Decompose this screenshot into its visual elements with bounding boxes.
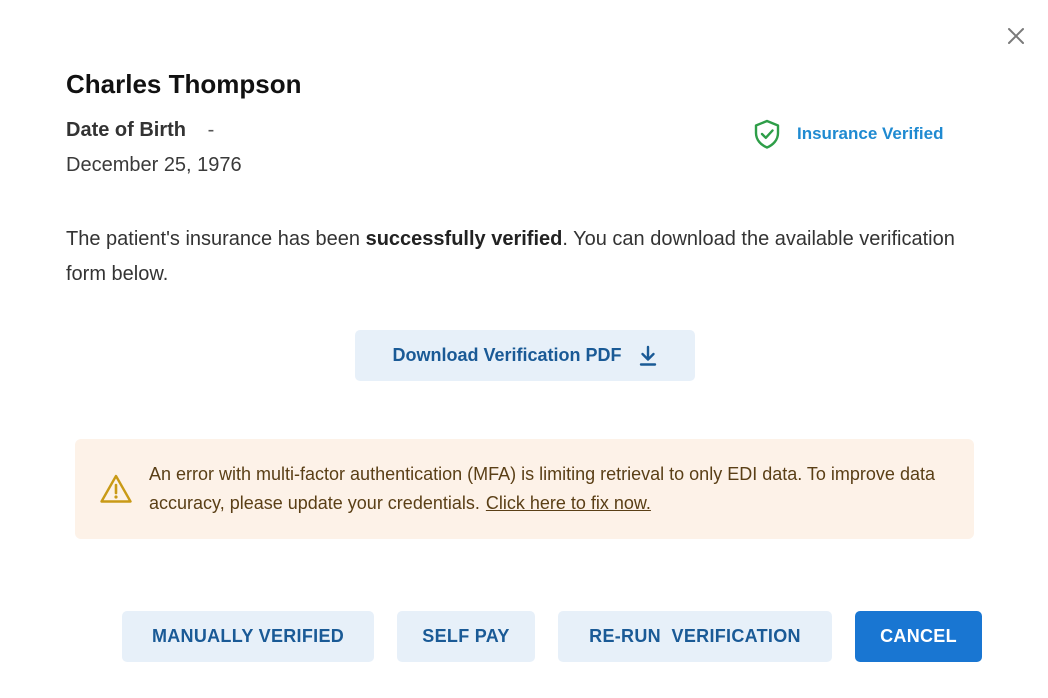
message-emphasis: successfully verified xyxy=(365,228,563,250)
dob-value: December 25, 1976 xyxy=(66,154,242,176)
close-button[interactable] xyxy=(1004,24,1028,48)
dob-label: Date of Birth xyxy=(66,119,186,141)
insurance-verification-dialog: Charles Thompson Date of Birth - Decembe… xyxy=(0,0,1048,698)
dob-row: Date of Birth - xyxy=(66,119,214,142)
warning-triangle-icon xyxy=(99,473,133,505)
rerun-verification-button[interactable]: RE-RUN VERIFICATION xyxy=(558,611,832,662)
warning-message: An error with multi-factor authenticatio… xyxy=(149,460,949,518)
self-pay-button[interactable]: SELF PAY xyxy=(397,611,535,662)
dob-separator: - xyxy=(207,119,215,141)
manually-verified-button[interactable]: MANUALLY VERIFIED xyxy=(122,611,374,662)
insurance-status-badge: Insurance Verified xyxy=(751,118,943,150)
mfa-warning-banner: An error with multi-factor authenticatio… xyxy=(75,439,974,539)
cancel-button[interactable]: CANCEL xyxy=(855,611,982,662)
message-prefix: The patient's insurance has been xyxy=(66,228,366,250)
fix-now-link[interactable]: Click here to fix now. xyxy=(486,493,651,513)
close-icon xyxy=(1008,28,1024,44)
shield-check-icon xyxy=(751,118,783,150)
insurance-status-label: Insurance Verified xyxy=(797,124,944,143)
download-verification-pdf-button[interactable]: Download Verification PDF xyxy=(355,330,695,381)
download-icon xyxy=(638,345,658,367)
verification-message: The patient's insurance has been success… xyxy=(66,222,996,292)
download-button-label: Download Verification PDF xyxy=(392,345,622,365)
patient-name: Charles Thompson xyxy=(66,69,302,99)
